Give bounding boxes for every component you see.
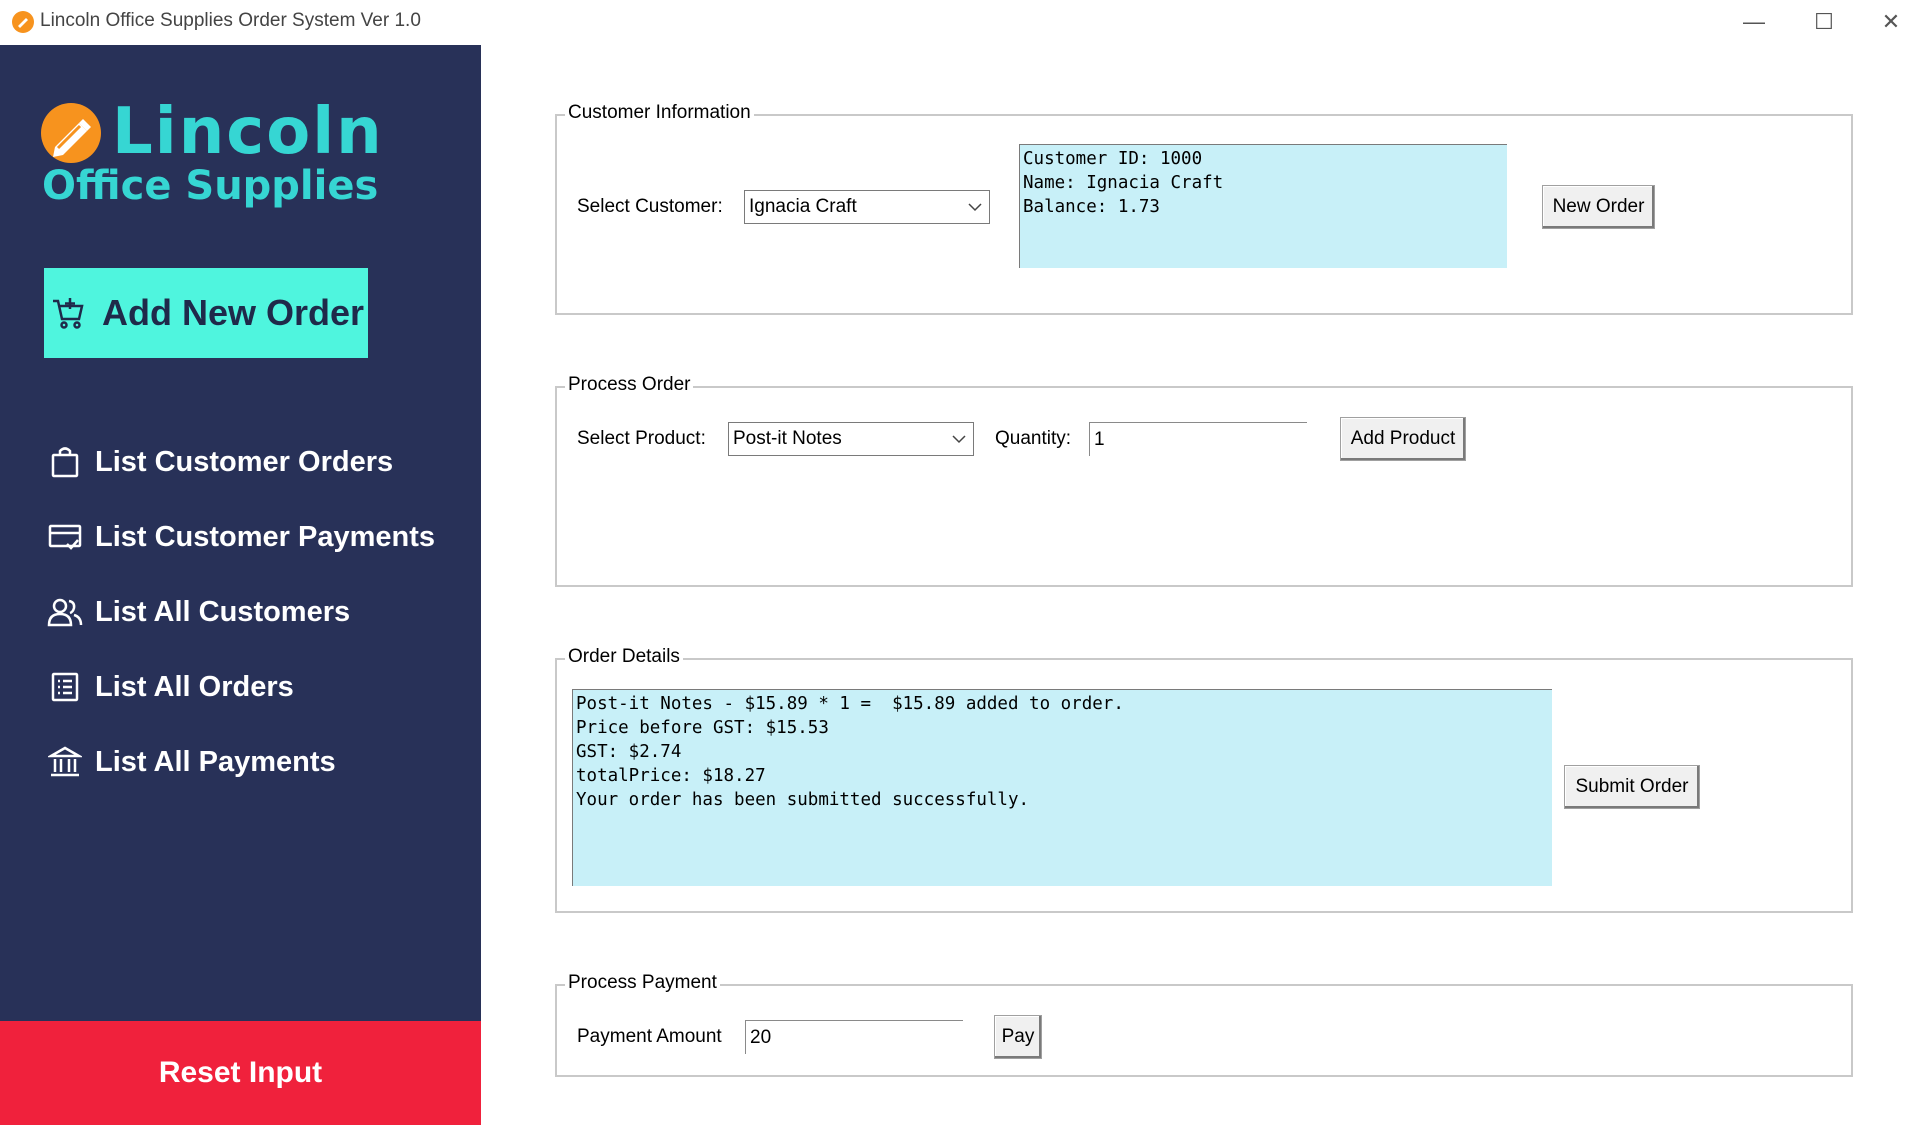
nav-list-customer-payments[interactable]: List Customer Payments: [47, 512, 435, 562]
bank-icon: [47, 744, 83, 780]
submit-order-button[interactable]: Submit Order: [1564, 765, 1700, 809]
chevron-down-icon: [967, 197, 983, 217]
customer-select[interactable]: Ignacia Craft: [744, 190, 990, 224]
pay-button[interactable]: Pay: [994, 1015, 1042, 1059]
customer-details-textbox[interactable]: Customer ID: 1000 Name: Ignacia Craft Ba…: [1019, 144, 1507, 268]
quantity-value: 1: [1094, 429, 1105, 450]
maximize-button[interactable]: ☐: [1800, 6, 1848, 38]
window-title: Lincoln Office Supplies Order System Ver…: [40, 10, 421, 31]
minimize-button[interactable]: —: [1730, 6, 1778, 38]
order-details-textbox[interactable]: Post-it Notes - $15.89 * 1 = $15.89 adde…: [572, 689, 1552, 886]
users-icon: [47, 594, 83, 630]
shopping-bag-icon: [47, 444, 83, 480]
payment-amount-input[interactable]: 20: [745, 1020, 963, 1054]
nav-label: List Customer Orders: [95, 445, 394, 478]
pencil-logo-icon: [41, 103, 101, 163]
logo-subtitle: Office Supplies: [42, 163, 379, 209]
payment-amount-value: 20: [750, 1027, 772, 1048]
add-new-order-button[interactable]: Add New Order: [44, 268, 368, 358]
nav-list-all-customers[interactable]: List All Customers: [47, 587, 350, 637]
add-new-order-label: Add New Order: [102, 292, 365, 333]
product-select-value: Post-it Notes: [733, 428, 842, 449]
reset-input-button[interactable]: Reset Input: [0, 1021, 481, 1125]
nav-label: List All Customers: [95, 595, 351, 628]
logo-title: Lincoln: [112, 95, 384, 169]
select-customer-label: Select Customer:: [577, 196, 723, 217]
nav-label: List All Orders: [95, 670, 294, 703]
nav-label: List All Payments: [95, 745, 336, 778]
process-order-legend: Process Order: [565, 374, 694, 396]
list-icon: [47, 669, 83, 705]
process-order-group: Process Order Select Product: Post-it No…: [555, 374, 1853, 587]
product-select[interactable]: Post-it Notes: [728, 422, 974, 456]
sidebar: Lincoln Office Supplies Add New Order Li…: [0, 45, 481, 1125]
order-details-legend: Order Details: [565, 646, 683, 668]
close-button[interactable]: ✕: [1867, 6, 1915, 38]
title-bar: Lincoln Office Supplies Order System Ver…: [0, 0, 1917, 45]
cart-icon: [50, 295, 86, 331]
payment-card-icon: [47, 519, 83, 555]
order-details-group: Order Details Post-it Notes - $15.89 * 1…: [555, 646, 1853, 913]
new-order-button[interactable]: New Order: [1542, 185, 1655, 229]
customer-information-legend: Customer Information: [565, 102, 754, 124]
add-product-button[interactable]: Add Product: [1340, 417, 1466, 461]
nav-label: List Customer Payments: [95, 520, 436, 553]
payment-amount-label: Payment Amount: [577, 1026, 722, 1047]
quantity-input[interactable]: 1: [1089, 422, 1307, 456]
select-product-label: Select Product:: [577, 428, 706, 449]
nav-list-all-orders[interactable]: List All Orders: [47, 662, 294, 712]
nav-list-all-payments[interactable]: List All Payments: [47, 737, 336, 787]
quantity-label: Quantity:: [995, 428, 1072, 449]
chevron-down-icon: [951, 429, 967, 449]
process-payment-group: Process Payment Payment Amount 20 Pay: [555, 972, 1853, 1077]
customer-select-value: Ignacia Craft: [749, 196, 857, 217]
nav-list-customer-orders[interactable]: List Customer Orders: [47, 437, 393, 487]
process-payment-legend: Process Payment: [565, 972, 720, 994]
customer-information-group: Customer Information Select Customer: Ig…: [555, 102, 1853, 315]
app-icon: [12, 11, 34, 33]
